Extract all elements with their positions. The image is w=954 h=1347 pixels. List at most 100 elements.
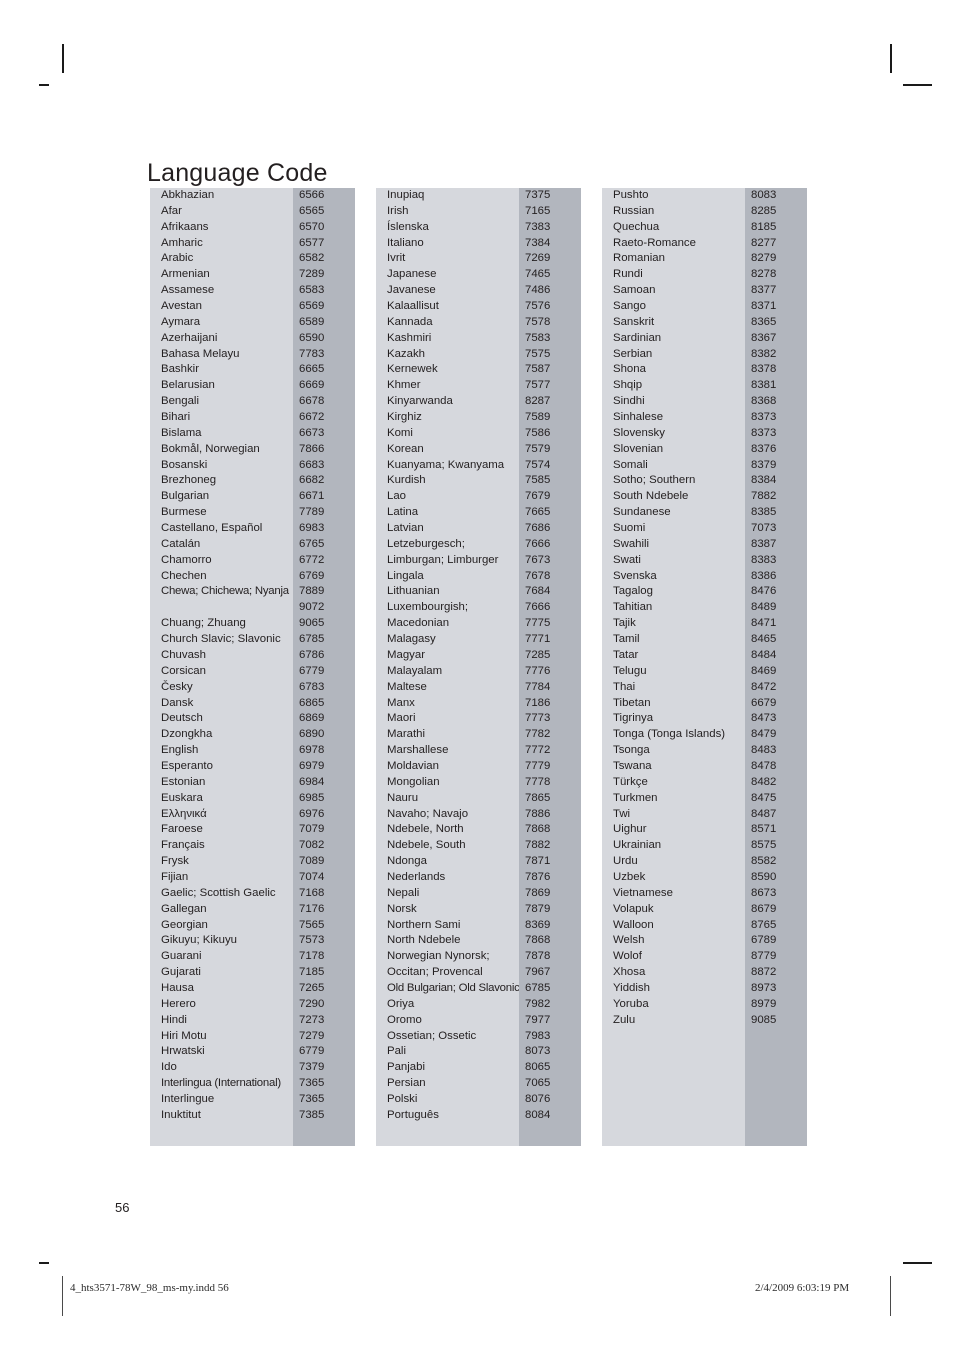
language-name-cell: Welsh (613, 934, 645, 947)
language-name-cell: Korean (387, 442, 424, 455)
language-code-cell: 8083 (751, 189, 777, 201)
language-code-cell: 7565 (299, 918, 325, 931)
language-name-cell: Ivrit (387, 252, 406, 265)
language-name-cell: Česky (161, 680, 193, 693)
language-code-cell: 8483 (751, 744, 777, 757)
language-code-cell: 7577 (525, 379, 551, 392)
language-name-cell: Abkhazian (161, 189, 215, 201)
language-code-cell: 7082 (299, 839, 325, 852)
language-code-cell: 8365 (751, 315, 777, 328)
language-name-cell: Faroese (161, 823, 203, 836)
language-name-cell: Letzeburgesch; (387, 537, 465, 550)
language-name-cell: Marshallese (387, 744, 449, 757)
language-code-cell: 7379 (299, 1061, 325, 1074)
language-name-cell: Sango (613, 300, 646, 313)
language-code-cell: 8487 (751, 807, 777, 820)
language-name-cell: Azerhaijani (161, 331, 218, 344)
language-name-cell: Catalán (161, 537, 201, 550)
language-code-cell: 6590 (299, 331, 325, 344)
language-name-cell: Norsk (387, 902, 417, 915)
language-code-cell: 8367 (751, 331, 777, 344)
language-code-cell: 8285 (751, 204, 777, 217)
language-name-cell: Dansk (161, 696, 194, 709)
language-name-cell: Gujarati (161, 966, 201, 979)
language-name-cell: Swahili (613, 537, 650, 550)
language-name-cell: Maltese (387, 680, 427, 693)
crop-mark-top-right-vertical (890, 44, 892, 73)
language-name-cell: Telugu (613, 664, 647, 677)
language-name-cell: Kinyarwanda (387, 395, 453, 408)
language-name-cell: Tsonga (613, 744, 650, 757)
language-code-cell: 6865 (299, 696, 325, 709)
language-code-cell: 7865 (525, 791, 551, 804)
language-code-cell: 8377 (751, 284, 777, 297)
language-name-cell: Latvian (387, 522, 424, 535)
language-code-cell: 6665 (299, 363, 325, 376)
language-code-cell: 7365 (299, 1092, 325, 1105)
language-name-cell: Shqip (613, 379, 643, 392)
language-code-cell: 6577 (299, 236, 325, 249)
page-title: Language Code (147, 158, 328, 187)
language-name-cell: Gikuyu; Kikuyu (161, 934, 237, 947)
language-code-cell: 8469 (751, 664, 777, 677)
language-code-cell: 7666 (525, 601, 551, 614)
language-name-cell: Bosanski (161, 458, 208, 471)
crop-mark-bottom-right-horizontal (903, 1262, 932, 1264)
language-name-cell: Latina (387, 506, 419, 519)
language-name-cell: Slovensky (613, 426, 665, 439)
language-name-cell: Ndebele, North (387, 823, 464, 836)
language-code-cell: 6673 (299, 426, 325, 439)
language-name-cell: Georgian (161, 918, 208, 931)
language-name-cell: Slovenian (613, 442, 664, 455)
language-code-cell: 8571 (751, 823, 777, 836)
language-code-cell: 7783 (299, 347, 325, 360)
language-code-cell: 8475 (751, 791, 777, 804)
language-code-cell: 7586 (525, 426, 551, 439)
language-name-cell: Avestan (161, 300, 202, 313)
language-name-cell: Yoruba (613, 997, 649, 1010)
language-name-cell: Vietnamese (613, 886, 673, 899)
language-name-cell: Ελληνικά (161, 807, 207, 820)
language-name-cell: Deutsch (161, 712, 203, 725)
language-code-cell: 8383 (751, 553, 777, 566)
language-name-cell: Bihari (161, 411, 191, 424)
language-name-cell: Rundi (613, 268, 643, 281)
language-name-cell: Kernewek (387, 363, 438, 376)
language-name-cell: Frysk (161, 855, 189, 868)
language-name-cell: Malagasy (387, 633, 436, 646)
language-code-cell: 6785 (525, 981, 551, 994)
language-name-band: Pushto Russian Quechua Raeto-Romance Romania… (602, 188, 745, 1146)
language-code-cell: 7585 (525, 474, 551, 487)
language-code-cell: 7576 (525, 300, 551, 313)
crop-mark-top-left-horizontal (39, 84, 49, 86)
language-code-cell: 6570 (299, 220, 325, 233)
language-name-cell: Chechen (161, 569, 207, 582)
language-name-cell: Norwegian Nynorsk; (387, 950, 490, 963)
language-code-cell: 8482 (751, 775, 777, 788)
language-name-cell: Tahitian (613, 601, 653, 614)
language-code-cell: 8489 (751, 601, 777, 614)
language-code-cell: 8973 (751, 981, 777, 994)
language-code-cell: 6583 (299, 284, 325, 297)
language-code-cell: 7784 (525, 680, 551, 693)
crop-mark-top-right-horizontal (903, 84, 932, 86)
language-name-cell: Mongolian (387, 775, 440, 788)
language-name-cell: Lao (387, 490, 407, 503)
language-code-cell: 7889 (299, 585, 325, 598)
language-name-cell: Luxembourgish; (387, 601, 469, 614)
language-code-cell: 8384 (751, 474, 777, 487)
language-name-cell: Kashmiri (387, 331, 432, 344)
language-code-cell: 7666 (525, 537, 551, 550)
footer-rule-right (890, 1276, 892, 1316)
language-name-cell: Tswana (613, 759, 652, 772)
language-name-cell: Français (161, 839, 205, 852)
language-code-cell: 7882 (525, 839, 551, 852)
language-code-cell: 6671 (299, 490, 325, 503)
language-name-cell: Esperanto (161, 759, 213, 772)
language-code-cell: 7185 (299, 966, 325, 979)
language-code-cell: 7775 (525, 617, 551, 630)
language-code-cell: 6772 (299, 553, 325, 566)
language-code-cell: 8382 (751, 347, 777, 360)
crop-mark-top-left-vertical (62, 44, 64, 73)
language-name-cell: Kalaallisut (387, 300, 439, 313)
